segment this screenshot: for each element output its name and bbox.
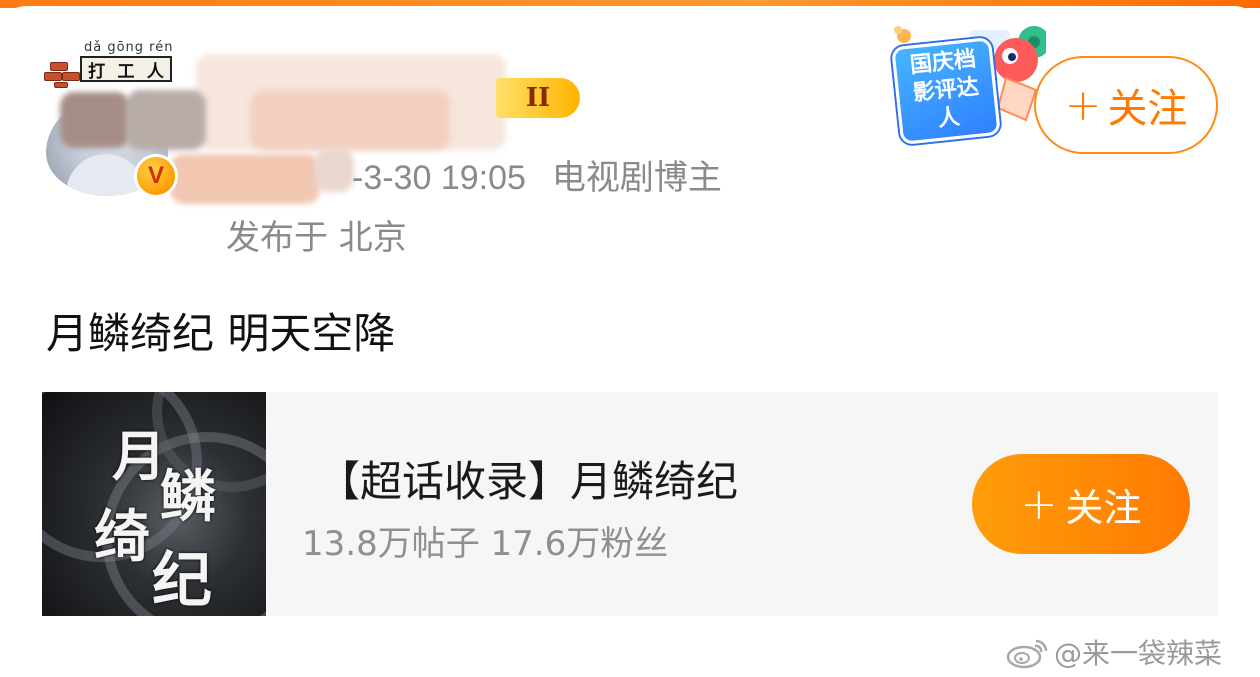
post-datetime: -3-30 19:05: [352, 159, 526, 197]
blurred-region: [170, 154, 320, 204]
brick-icon: [44, 62, 84, 88]
national-day-reviewer-sticker[interactable]: 国庆档 影评达人: [886, 20, 1046, 145]
blurred-region: [126, 90, 206, 150]
supertopic-title[interactable]: 【超话收录】月鳞绮纪: [318, 448, 738, 509]
weibo-logo-icon: [1006, 639, 1048, 669]
plus-icon: +: [1064, 79, 1102, 131]
user-level-badge[interactable]: II: [496, 78, 580, 118]
watermark-text: @来一袋辣菜: [1054, 637, 1223, 670]
author-role: 电视剧博主: [551, 158, 722, 198]
follow-label: 关注: [1107, 86, 1188, 132]
watermark: @来一袋辣菜: [1006, 634, 1222, 670]
cover-char: 月: [112, 424, 166, 488]
post-location: 发布于 北京: [226, 218, 407, 258]
cover-char: 鳞: [160, 464, 216, 530]
blurred-region: [314, 148, 354, 192]
post-meta: -3-30 19:05 电视剧博主: [352, 150, 722, 199]
cover-char: 纪: [152, 546, 212, 616]
cover-char: 绮: [94, 504, 150, 570]
post-card: dǎ gōng rén 打 工 人 V II -3-30 19:05 电视剧博主 …: [0, 6, 1260, 677]
pendant-pinyin: dǎ gōng rén: [84, 40, 174, 55]
plus-icon: +: [1020, 478, 1058, 530]
sticker-title-line: 影评达人: [911, 74, 981, 132]
pendant-plate: 打 工 人: [80, 56, 172, 82]
sticker-title: 国庆档 影评达人: [891, 37, 1001, 145]
supertopic-cover[interactable]: 月 鳞 绮 纪: [42, 392, 266, 616]
supertopic-stats: 13.8万帖子 17.6万粉丝: [302, 524, 669, 564]
blurred-region: [250, 90, 450, 150]
avatar-pendant: dǎ gōng rén 打 工 人: [44, 40, 174, 94]
verified-v-icon: V: [134, 154, 178, 198]
follow-label: 关注: [1065, 485, 1142, 530]
pendant-char: 人: [146, 61, 164, 82]
follow-supertopic-button[interactable]: + 关注: [972, 454, 1190, 554]
post-text: 月鳞绮纪 明天空降: [46, 309, 396, 358]
pendant-char: 打: [88, 61, 106, 82]
blurred-region: [60, 92, 130, 148]
supertopic-card[interactable]: 月 鳞 绮 纪 【超话收录】月鳞绮纪 13.8万帖子 17.6万粉丝 + 关注: [42, 392, 1218, 616]
follow-user-button[interactable]: + 关注: [1034, 56, 1218, 154]
pendant-char: 工: [117, 61, 135, 82]
